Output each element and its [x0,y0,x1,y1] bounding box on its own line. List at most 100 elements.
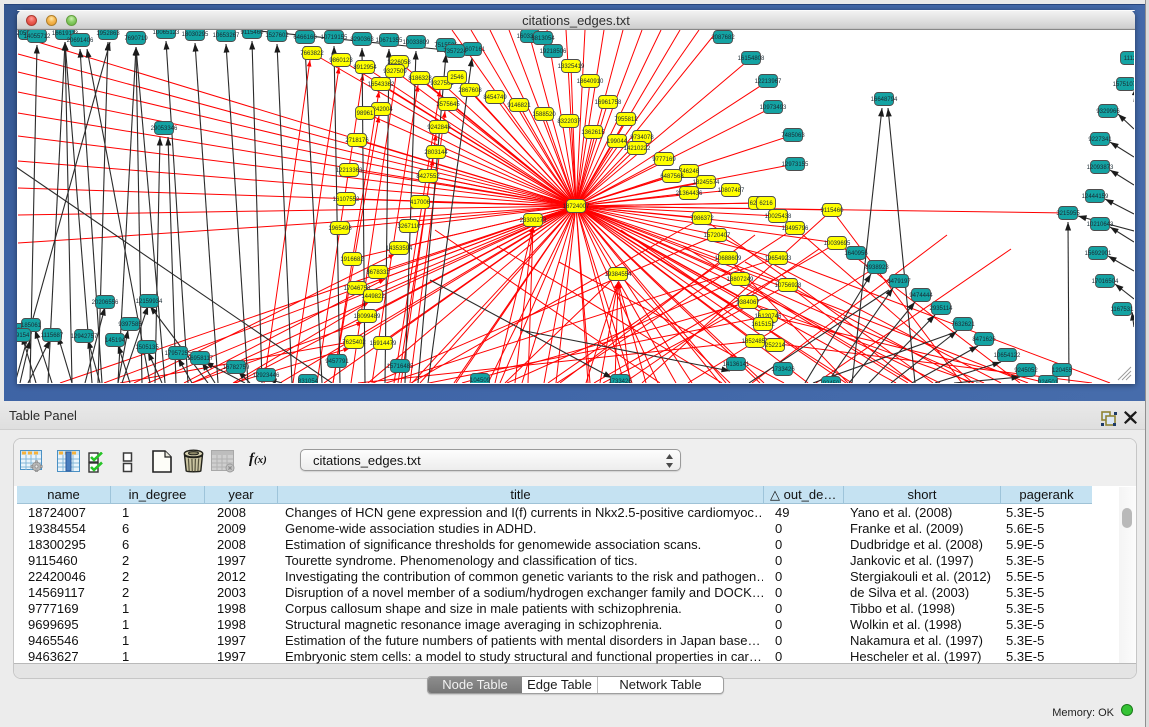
svg-text:18724007: 18724007 [563,204,590,210]
svg-text:1588520: 1588520 [532,112,556,118]
svg-text:9227341: 9227341 [1088,137,1112,143]
svg-text:98961: 98961 [357,111,374,117]
svg-text:252214: 252214 [765,343,786,349]
svg-text:9457791: 9457791 [325,359,349,365]
svg-text:6487568: 6487568 [660,174,684,180]
svg-text:2803144: 2803144 [424,150,448,156]
svg-text:1449822: 1449822 [361,294,385,300]
svg-text:15720407: 15720407 [704,233,731,239]
svg-text:18245574: 18245574 [693,180,720,186]
svg-text:21364436: 21364436 [676,191,703,197]
svg-text:8186328: 8186328 [408,76,432,82]
svg-text:8938923: 8938923 [865,265,889,271]
svg-text:8322037: 8322037 [557,119,581,125]
svg-text:10654122: 10654122 [994,353,1021,359]
svg-text:92450: 92450 [823,381,840,383]
svg-text:12973155: 12973155 [782,162,809,168]
svg-text:3267110: 3267110 [398,224,422,230]
svg-text:831054: 831054 [298,379,319,383]
svg-text:8471626: 8471626 [972,337,996,343]
svg-text:16154808: 16154808 [738,56,765,62]
svg-text:10653267: 10653267 [213,33,240,39]
svg-text:104509: 104509 [470,378,491,383]
svg-text:6216: 6216 [759,201,773,207]
svg-text:16543362: 16543362 [368,82,395,88]
svg-text:2087682: 2087682 [711,35,735,41]
svg-text:1733426: 1733426 [608,379,632,383]
svg-text:3215955: 3215955 [1056,211,1080,217]
svg-text:16648794: 16648794 [871,97,898,103]
svg-text:12923446: 12923446 [253,373,280,379]
svg-text:7357224: 7357224 [443,49,467,55]
svg-text:8678332: 8678332 [366,270,390,276]
svg-text:6466160: 6466160 [293,35,317,41]
svg-text:16961758: 16961758 [595,100,622,106]
svg-text:12213967: 12213967 [755,79,782,85]
svg-text:9734078: 9734078 [630,135,654,141]
svg-text:1112: 1112 [1124,56,1134,62]
svg-text:12093873: 12093873 [1087,165,1114,171]
svg-text:7625402: 7625402 [342,340,366,346]
svg-text:15751074: 15751074 [1113,82,1134,88]
svg-text:14353594: 14353594 [386,246,413,252]
svg-text:12213363: 12213363 [336,168,363,174]
svg-text:10210643: 10210643 [1087,222,1114,228]
svg-text:18030295: 18030295 [182,32,209,38]
svg-text:20206556: 20206556 [92,300,119,306]
svg-text:8290363: 8290363 [350,37,374,43]
svg-text:19384554: 19384554 [605,272,632,278]
svg-text:3575645: 3575645 [436,102,460,108]
svg-text:12942757: 12942757 [71,334,98,340]
svg-text:1527602: 1527602 [265,33,289,39]
svg-text:10807487: 10807487 [718,188,745,194]
svg-text:9327509: 9327509 [383,69,407,75]
svg-text:9242848: 9242848 [427,125,451,131]
svg-text:10688609: 10688609 [715,256,742,262]
svg-text:39154: 39154 [17,333,30,339]
svg-text:23300273: 23300273 [520,218,547,224]
svg-text:8813054: 8813054 [531,36,555,42]
svg-text:1916682: 1916682 [340,257,364,263]
svg-text:2718176: 2718176 [345,138,369,144]
svg-text:10719155: 10719155 [321,35,348,41]
svg-text:2867608: 2867608 [458,88,482,94]
svg-text:14055712: 14055712 [24,34,51,40]
svg-text:1362615: 1362615 [581,130,605,136]
svg-text:9397585: 9397585 [118,322,142,328]
svg-text:9329966: 9329966 [1096,109,1120,115]
svg-text:1167531: 1167531 [1111,307,1134,313]
svg-text:7690719: 7690719 [124,36,148,42]
svg-text:10756928: 10756928 [775,283,802,289]
svg-text:19218506: 19218506 [540,49,567,55]
svg-text:20691406: 20691406 [67,38,94,44]
svg-text:13495796: 13495796 [782,226,809,232]
svg-text:2935114: 2935114 [930,306,954,312]
svg-text:29053346: 29053346 [151,126,178,132]
svg-text:9860123: 9860123 [329,58,353,64]
svg-text:15716485: 15716485 [387,364,414,370]
svg-text:10039695: 10039695 [824,241,851,247]
svg-text:18807249: 18807249 [727,277,754,283]
svg-text:16782759: 16782759 [223,365,250,371]
svg-text:120455: 120455 [1052,368,1073,374]
svg-text:7632621: 7632621 [951,322,975,328]
svg-text:10033809: 10033809 [403,40,430,46]
svg-text:145194: 145194 [105,338,126,344]
svg-text:12159934: 12159934 [136,299,163,305]
svg-text:7663822: 7663822 [300,51,324,57]
svg-text:1952863: 1952863 [96,31,120,37]
svg-text:14210222: 14210222 [624,146,651,152]
svg-text:9474444: 9474444 [909,293,933,299]
svg-text:17016504: 17016504 [1092,279,1119,285]
svg-text:16107552: 16107552 [333,197,360,203]
svg-text:9146821: 9146821 [507,103,531,109]
svg-text:10671355: 10671355 [376,38,403,44]
svg-text:1965498: 1965498 [328,226,352,232]
svg-text:6479197: 6479197 [887,279,911,285]
svg-text:10025438: 10025438 [765,214,792,220]
svg-text:8912954: 8912954 [353,65,377,71]
svg-text:8427552: 8427552 [416,174,440,180]
svg-text:1505135: 1505135 [135,345,159,351]
svg-text:13325419: 13325419 [558,64,585,70]
svg-text:9115460: 9115460 [241,30,265,36]
